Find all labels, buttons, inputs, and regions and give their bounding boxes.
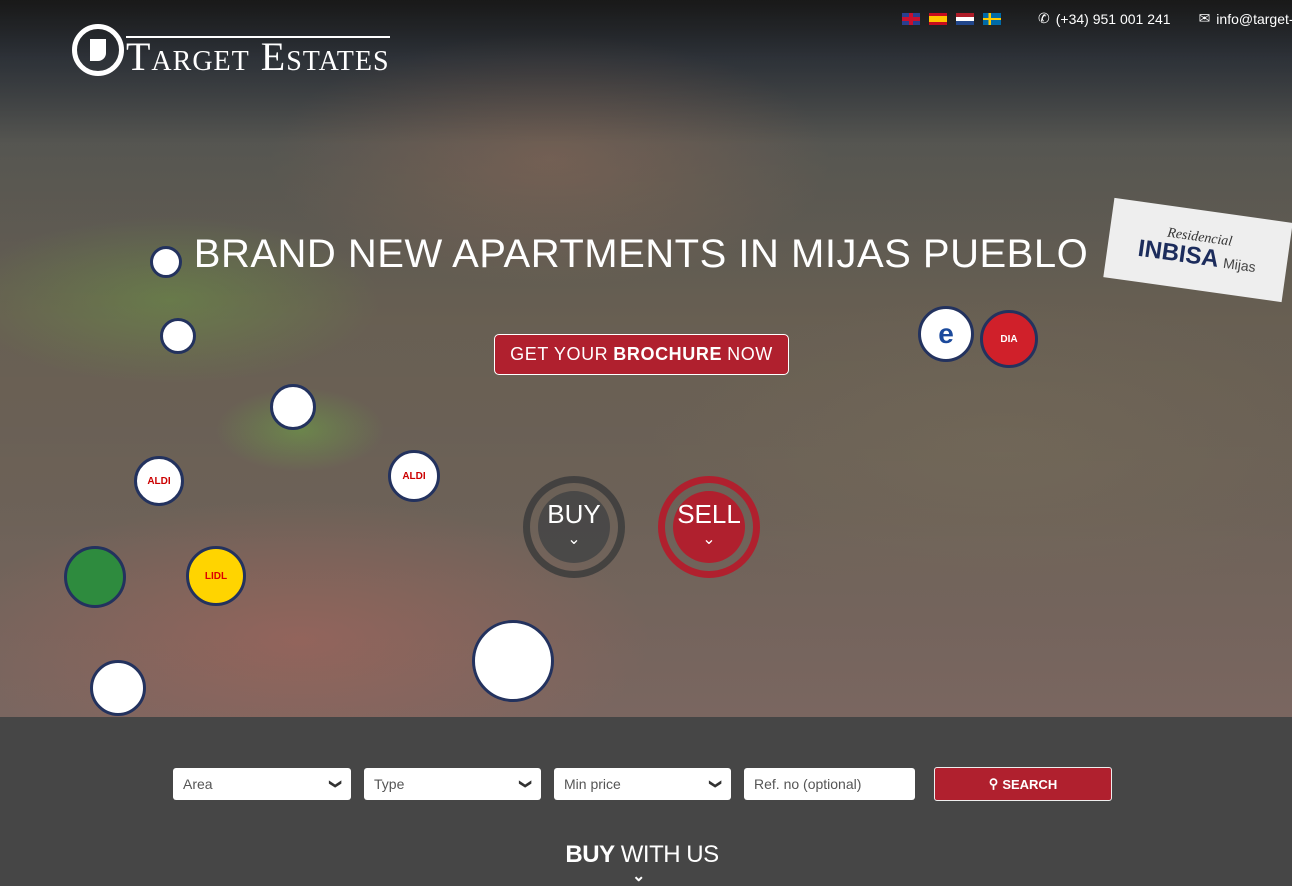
map-label: LIDL bbox=[204, 570, 228, 582]
min-price-select[interactable]: Min price ❯ bbox=[554, 768, 731, 800]
flag-nl-icon[interactable] bbox=[956, 12, 974, 25]
cta-bold: BROCHURE bbox=[613, 344, 723, 364]
sell-label: SELL bbox=[677, 499, 741, 529]
chevron-down-icon: ❯ bbox=[708, 778, 723, 790]
phone-icon: ✆ bbox=[1038, 10, 1050, 26]
dia-pin-icon: DIA bbox=[980, 310, 1038, 368]
search-icon: ⚲ bbox=[988, 776, 999, 791]
heading-rest: WITH US bbox=[620, 841, 719, 868]
chevron-down-icon[interactable]: ⌄ bbox=[632, 866, 645, 886]
hero-headline: BRAND NEW APARTMENTS IN MIJAS PUEBLO bbox=[193, 232, 1089, 276]
min-price-value: Min price bbox=[564, 776, 621, 792]
flag-es-icon[interactable] bbox=[929, 12, 947, 25]
logo-text: Target Estates bbox=[126, 34, 390, 79]
flag-se-icon[interactable] bbox=[983, 12, 1001, 25]
chevron-down-icon: ❯ bbox=[518, 778, 533, 790]
search-button[interactable]: ⚲ SEARCH bbox=[934, 767, 1112, 801]
chevron-down-icon: ⌄ bbox=[702, 531, 716, 548]
ref-no-input[interactable]: Ref. no (optional) bbox=[744, 768, 915, 800]
map-label: ALDI bbox=[147, 475, 171, 487]
aldi-pin-icon: ALDI bbox=[388, 450, 440, 502]
search-label: SEARCH bbox=[1002, 776, 1058, 792]
target-logo-icon bbox=[72, 24, 124, 76]
cta-pre: GET YOUR bbox=[510, 344, 609, 364]
lidl-pin-icon: LIDL bbox=[186, 546, 246, 606]
phone-number[interactable]: (+34) 951 001 241 bbox=[1056, 11, 1171, 27]
map-label: DIA bbox=[1000, 333, 1018, 345]
eroski-pin-icon: e bbox=[918, 306, 974, 362]
area-select[interactable]: Area ❯ bbox=[173, 768, 351, 800]
get-brochure-button[interactable]: GET YOUR BROCHURE NOW bbox=[494, 334, 789, 375]
ref-placeholder: Ref. no (optional) bbox=[754, 776, 862, 792]
cta-post: NOW bbox=[727, 344, 773, 364]
map-label: ALDI bbox=[402, 470, 426, 482]
chevron-down-icon: ❯ bbox=[328, 778, 343, 790]
bus-pin-icon bbox=[90, 660, 146, 716]
buy-label: BUY bbox=[547, 499, 601, 529]
sell-button[interactable]: SELL ⌄ bbox=[658, 476, 760, 578]
type-value: Type bbox=[374, 776, 405, 792]
chevron-down-icon: ⌄ bbox=[567, 531, 581, 548]
logo[interactable]: Target Estates bbox=[72, 24, 390, 79]
buy-with-us-heading[interactable]: BUY WITH US bbox=[0, 841, 1284, 869]
supermarket-pin-icon bbox=[472, 620, 554, 702]
balloon-pin-icon bbox=[270, 384, 316, 430]
type-select[interactable]: Type ❯ bbox=[364, 768, 541, 800]
email-link[interactable]: info@target- bbox=[1216, 11, 1292, 27]
property-search-form: Area ❯ Type ❯ Min price ❯ Ref. no (optional… bbox=[173, 767, 1112, 801]
store-pin-icon bbox=[64, 546, 126, 608]
top-bar: ✆ (+34) 951 001 241 ✉ info@target- bbox=[902, 10, 1292, 27]
aldi-pin-icon: ALDI bbox=[134, 456, 184, 506]
heading-bold: BUY bbox=[565, 841, 615, 868]
balloon-pin-icon bbox=[160, 318, 196, 354]
flag-uk-icon[interactable] bbox=[902, 12, 920, 25]
buy-button[interactable]: BUY ⌄ bbox=[523, 476, 625, 578]
mail-icon: ✉ bbox=[1198, 10, 1211, 26]
area-value: Area bbox=[183, 776, 213, 792]
